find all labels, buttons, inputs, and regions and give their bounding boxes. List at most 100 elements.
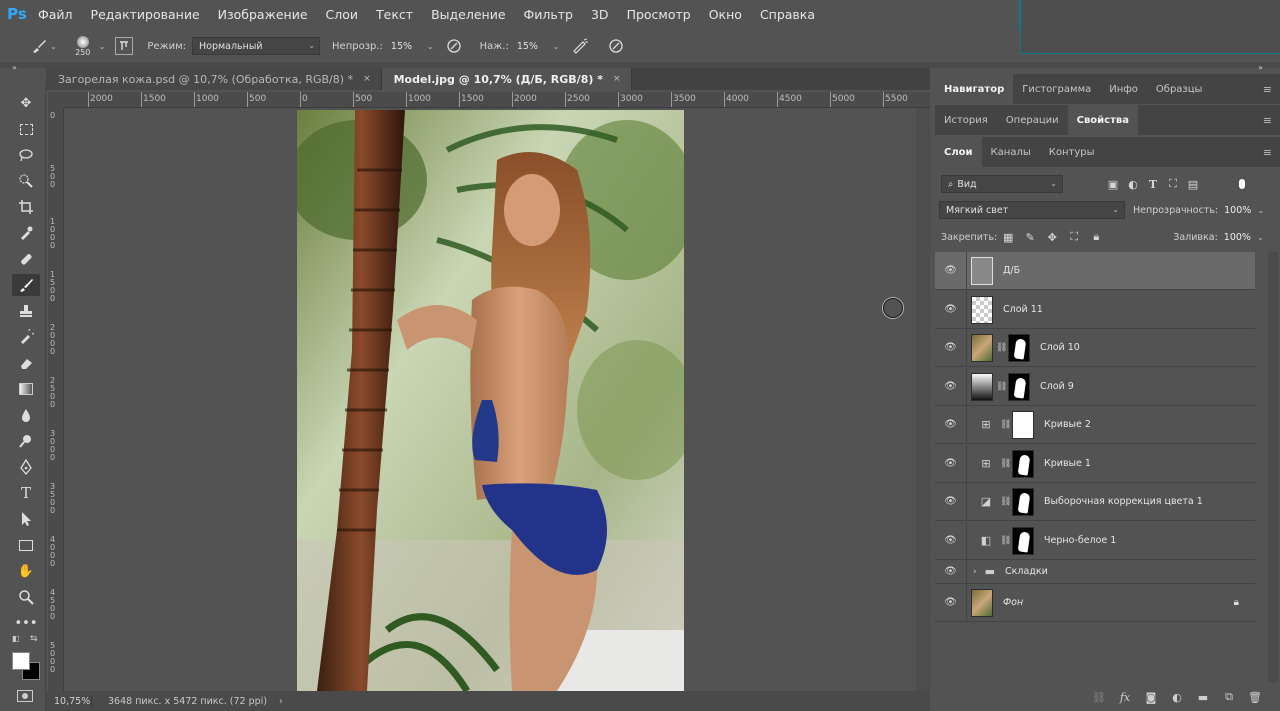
lasso-tool-icon[interactable] xyxy=(12,144,40,166)
layer-row[interactable]: 👁︎ ⛓︎ Слой 9 xyxy=(935,368,1255,406)
lock-transparency-icon[interactable]: ▦ xyxy=(997,231,1019,244)
visibility-toggle[interactable]: 👁︎ xyxy=(935,483,967,520)
foreground-color-swatch[interactable] xyxy=(12,652,30,670)
fill-value[interactable]: 100% xyxy=(1224,232,1251,243)
add-mask-icon[interactable]: ◙ xyxy=(1138,691,1164,704)
visibility-toggle[interactable]: 👁︎ xyxy=(935,560,967,583)
menu-file[interactable]: Файл xyxy=(38,7,73,22)
tab-navigator[interactable]: Навигатор xyxy=(935,74,1014,104)
chevron-down-icon[interactable]: ⌄ xyxy=(50,42,57,51)
menu-window[interactable]: Окно xyxy=(709,7,742,22)
link-icon[interactable]: ⛓︎ xyxy=(1000,459,1011,469)
filter-toggle[interactable] xyxy=(1239,179,1245,189)
menu-help[interactable]: Справка xyxy=(760,7,815,22)
lock-all-icon[interactable]: 🔒︎ xyxy=(1085,230,1107,244)
filter-type-icon[interactable]: T xyxy=(1143,178,1163,191)
tab-document-tan-skin[interactable]: Загорелая кожа.psd @ 10,7% (Обработка, R… xyxy=(46,68,382,90)
quick-mask-icon[interactable] xyxy=(17,690,33,702)
expand-group-icon[interactable]: › xyxy=(973,567,977,577)
layer-opacity-value[interactable]: 100% xyxy=(1224,205,1251,216)
layer-row[interactable]: 👁︎ Слой 11 xyxy=(935,291,1255,329)
layer-row[interactable]: 👁︎ ⊞ ⛓︎ Кривые 1 xyxy=(935,445,1255,483)
layer-row[interactable]: 👁︎ ◪ ⛓︎ Выборочная коррекция цвета 1 xyxy=(935,483,1255,521)
healing-brush-tool-icon[interactable] xyxy=(12,248,40,270)
type-tool-icon[interactable]: T xyxy=(12,482,40,504)
blend-mode-select[interactable]: Нормальный ⌄ xyxy=(192,37,321,55)
new-adjustment-icon[interactable]: ◐ xyxy=(1164,691,1190,704)
layer-mask-thumbnail[interactable] xyxy=(1008,333,1030,362)
menu-3d[interactable]: 3D xyxy=(591,7,609,22)
lock-artboard-icon[interactable]: ⛶ xyxy=(1063,230,1085,244)
history-brush-tool-icon[interactable] xyxy=(12,326,40,348)
airbrush-icon[interactable] xyxy=(570,38,590,54)
gradient-tool-icon[interactable] xyxy=(12,378,40,400)
blur-tool-icon[interactable] xyxy=(12,404,40,426)
link-icon[interactable]: ⛓︎ xyxy=(1000,420,1011,430)
quick-selection-tool-icon[interactable] xyxy=(12,170,40,192)
chevron-down-icon[interactable]: ⌄ xyxy=(427,42,434,51)
chevron-down-icon[interactable]: ⌄ xyxy=(1257,233,1264,242)
layer-group-row[interactable]: 👁︎ › ▬ Складки xyxy=(935,560,1255,584)
filter-pixel-icon[interactable]: ▣ xyxy=(1103,178,1123,191)
layer-mask-thumbnail[interactable] xyxy=(1012,487,1034,516)
fx-icon[interactable]: fx xyxy=(1112,691,1138,704)
close-icon[interactable]: × xyxy=(363,74,371,84)
layer-mask-thumbnail[interactable] xyxy=(1012,410,1034,439)
tab-layers[interactable]: Слои xyxy=(935,137,982,167)
hand-tool-icon[interactable]: ✋ xyxy=(12,560,40,582)
menu-image[interactable]: Изображение xyxy=(218,7,308,22)
opacity-value[interactable]: 15% xyxy=(391,41,427,52)
visibility-toggle[interactable]: 👁︎ xyxy=(935,584,967,621)
layers-scrollbar[interactable] xyxy=(1268,252,1278,682)
ruler-origin[interactable] xyxy=(48,92,64,108)
crop-tool-icon[interactable] xyxy=(12,196,40,218)
visibility-toggle[interactable]: 👁︎ xyxy=(935,291,967,328)
rectangle-tool-icon[interactable] xyxy=(12,534,40,556)
visibility-toggle[interactable]: 👁︎ xyxy=(935,522,967,559)
layer-row[interactable]: 👁︎ ⊞ ⛓︎ Кривые 2 xyxy=(935,406,1255,444)
flow-value[interactable]: 15% xyxy=(517,41,553,52)
lock-position-icon[interactable]: ✥ xyxy=(1041,231,1063,244)
filter-smart-object-icon[interactable]: ▤ xyxy=(1183,178,1203,191)
visibility-toggle[interactable]: 👁︎ xyxy=(935,329,967,366)
menu-edit[interactable]: Редактирование xyxy=(91,7,200,22)
link-layers-icon[interactable]: ⛓︎ xyxy=(1086,691,1112,704)
swap-colors-icon[interactable]: ⇆ xyxy=(30,634,38,644)
visibility-toggle[interactable]: 👁︎ xyxy=(935,252,967,289)
link-icon[interactable]: ⛓︎ xyxy=(1000,497,1011,507)
menu-filter[interactable]: Фильтр xyxy=(524,7,573,22)
layer-row[interactable]: 👁︎ ◧ ⛓︎ Черно-белое 1 xyxy=(935,522,1255,560)
delete-layer-icon[interactable]: 🗑︎ xyxy=(1242,691,1268,704)
filter-shape-icon[interactable]: ⛶ xyxy=(1163,177,1183,191)
menu-select[interactable]: Выделение xyxy=(431,7,505,22)
marquee-tool-icon[interactable] xyxy=(12,118,40,140)
move-tool-icon[interactable]: ✥ xyxy=(12,92,40,114)
link-icon[interactable]: ⛓︎ xyxy=(996,382,1007,392)
eraser-tool-icon[interactable] xyxy=(12,352,40,374)
new-group-icon[interactable]: ▬ xyxy=(1190,691,1216,704)
tab-paths[interactable]: Контуры xyxy=(1040,137,1104,167)
collapse-panels-icon[interactable]: » xyxy=(1258,63,1263,72)
tab-history[interactable]: История xyxy=(935,105,997,135)
visibility-toggle[interactable]: 👁︎ xyxy=(935,368,967,405)
link-icon[interactable]: ⛓︎ xyxy=(1000,536,1011,546)
clone-stamp-tool-icon[interactable] xyxy=(12,300,40,322)
pressure-opacity-icon[interactable] xyxy=(444,38,464,54)
chevron-down-icon[interactable]: ⌄ xyxy=(1257,206,1264,215)
panel-menu-icon[interactable]: ≡ xyxy=(1263,146,1272,159)
layer-row[interactable]: 👁︎ ⛓︎ Слой 10 xyxy=(935,329,1255,367)
link-icon[interactable]: ⛓︎ xyxy=(996,343,1007,353)
pen-tool-icon[interactable] xyxy=(12,456,40,478)
visibility-toggle[interactable]: 👁︎ xyxy=(935,406,967,443)
pressure-size-icon[interactable] xyxy=(606,38,626,54)
brush-size-picker[interactable]: 250 xyxy=(71,35,95,57)
menu-layers[interactable]: Слои xyxy=(326,7,359,22)
tab-histogram[interactable]: Гистограмма xyxy=(1013,74,1100,104)
tab-properties[interactable]: Свойства xyxy=(1067,105,1138,135)
lock-pixels-icon[interactable]: ✎ xyxy=(1019,231,1041,244)
layer-filter-select[interactable]: ⌕ Вид ⌄ xyxy=(941,175,1063,193)
menu-view[interactable]: Просмотр xyxy=(627,7,691,22)
dodge-tool-icon[interactable] xyxy=(12,430,40,452)
expand-toolbar-icon[interactable]: » xyxy=(12,63,17,72)
brush-panel-toggle-icon[interactable] xyxy=(115,37,134,55)
